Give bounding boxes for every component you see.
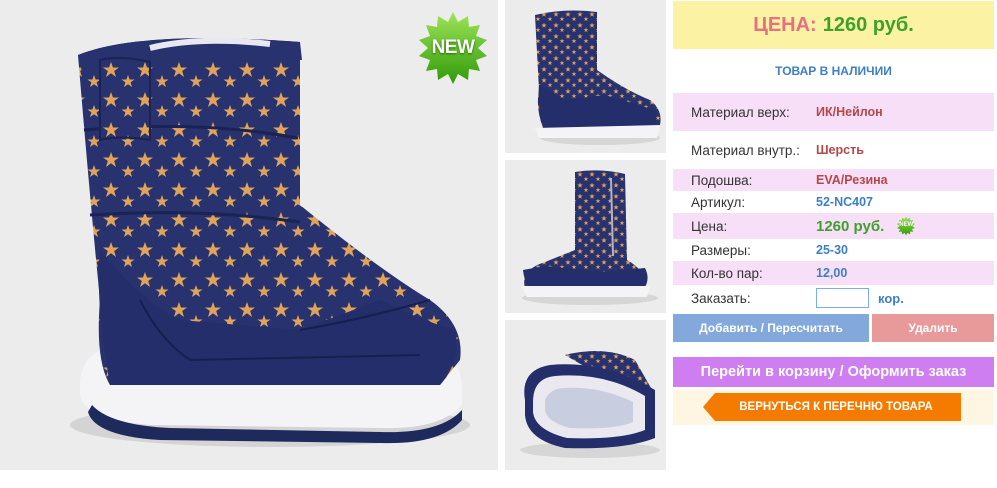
spec-label: Цена: (691, 218, 728, 234)
main-product-image[interactable]: NEW (0, 0, 498, 470)
boot-sole-thumbnail-image (505, 320, 666, 470)
thumbnail-3[interactable] (505, 320, 666, 470)
spec-label: Размеры: (691, 242, 751, 258)
spec-row-pairs: Кол-во пар: 12,00 (673, 261, 994, 285)
order-quantity-input[interactable] (816, 288, 869, 308)
spec-row-material-inner: Материал внутр.: Шерсть (673, 131, 994, 169)
spec-label: Материал верх: (691, 104, 790, 120)
spec-value: Шерсть (816, 143, 864, 157)
spec-label: Артикул: (691, 194, 746, 210)
spec-value: EVA/Резина (816, 173, 888, 187)
spec-row-material-top: Материал верх: ИК/Нейлон (673, 93, 994, 131)
add-recalculate-button[interactable]: Добавить / Пересчитать (673, 314, 869, 342)
go-to-cart-button[interactable]: Перейти в корзину / Оформить заказ (673, 357, 994, 387)
spec-label: Материал внутр.: (691, 142, 800, 158)
spec-value: ИК/Нейлон (816, 105, 883, 119)
spec-row-sizes: Размеры: 25-30 (673, 239, 994, 261)
price-value: 1260 руб. (822, 13, 914, 36)
new-mini-badge-icon: NEW (896, 216, 916, 236)
spec-row-price: Цена: 1260 руб. NEW (673, 213, 994, 239)
spec-value: 52-NC407 (816, 195, 873, 209)
back-to-list-label: ВЕРНУТЬСЯ К ПЕРЕЧНЮ ТОВАРА (739, 401, 933, 413)
boot-side-thumbnail-image (505, 160, 666, 313)
price-label: ЦЕНА: (753, 13, 817, 36)
spec-row-order: Заказать: кор. (673, 285, 994, 311)
boot-thumbnail-image (505, 0, 666, 153)
price-banner: ЦЕНА: 1260 руб. (673, 1, 994, 49)
spec-row-sole: Подошва: EVA/Резина (673, 169, 994, 191)
back-to-list-button[interactable]: ВЕРНУТЬСЯ К ПЕРЕЧНЮ ТОВАРА (703, 393, 961, 421)
spec-label: Заказать: (691, 290, 751, 306)
spec-label: Кол-во пар: (691, 265, 763, 281)
spec-value: 1260 руб. (816, 217, 885, 235)
spec-value: 12,00 (816, 266, 848, 280)
new-badge-icon: NEW (415, 10, 491, 86)
new-badge-text: NEW (431, 37, 475, 58)
new-mini-badge-text: NEW (899, 222, 914, 228)
spec-value: 25-30 (816, 243, 848, 257)
spec-row-article: Артикул: 52-NC407 (673, 191, 994, 213)
spec-label: Подошва: (691, 172, 753, 188)
thumbnail-1[interactable] (505, 0, 666, 153)
order-unit-label: кор. (878, 290, 904, 306)
thumbnail-2[interactable] (505, 160, 666, 313)
stock-status: ТОВАР В НАЛИЧИИ (775, 64, 892, 78)
delete-button[interactable]: Удалить (872, 314, 994, 342)
back-button-container: ВЕРНУТЬСЯ К ПЕРЕЧНЮ ТОВАРА (673, 390, 994, 425)
